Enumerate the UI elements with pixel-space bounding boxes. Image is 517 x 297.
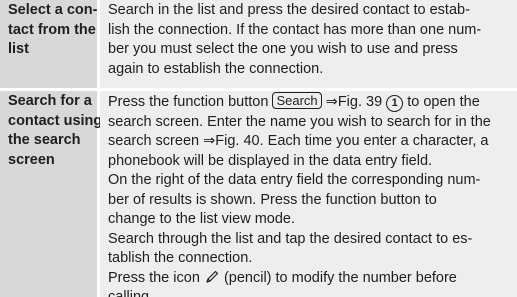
description-line: again to establish the connection. (108, 60, 324, 77)
line-text: (pencil) to modify the number before (219, 269, 457, 286)
table-row-search-screen: Search for a contact using the search sc… (0, 91, 517, 297)
figure-reference: ⇒Fig. 39 (325, 94, 387, 110)
description-line: ber you must select the one you wish to … (108, 41, 458, 57)
description-line: On the right of the data entry field the… (108, 172, 481, 188)
row-heading-line: screen (8, 151, 55, 168)
row-heading-cell: Search for a contact using the search sc… (0, 91, 103, 297)
row-heading-line: Select a con- (8, 2, 98, 18)
callout-number-circle: 1 (386, 95, 404, 112)
description-line: Press the function button Search ⇒Fig. 3… (108, 92, 513, 113)
row-description-cell: Press the function button Search ⇒Fig. 3… (100, 91, 517, 297)
description-line: calling. (108, 289, 154, 297)
description-line: search screen. Enter the name you wish t… (108, 113, 491, 130)
description-line: Search through the list and tap the desi… (108, 230, 473, 247)
row-description-cell: Search in the list and press the desired… (100, 0, 517, 88)
search-function-button-symbol: Search (272, 92, 322, 109)
line-text: search screen (108, 133, 204, 149)
line-text: Press the function button (108, 94, 273, 110)
table-row-select-contact: Select a con- tact from the list Search … (0, 0, 517, 88)
line-text: to open the (403, 94, 480, 110)
figure-reference: ⇒Fig. 40 (203, 133, 260, 149)
row-heading-line: list (8, 41, 29, 57)
manual-page: Select a con- tact from the list Search … (0, 0, 517, 297)
description-line: tablish the connection. (108, 250, 253, 266)
description-line: change to the list view mode. (108, 211, 295, 227)
row-heading-line: contact using (8, 112, 103, 129)
description-line: Search in the list and press the desired… (108, 2, 470, 18)
description-line: lish the connection. If the contact has … (108, 21, 482, 38)
description-line: search screen ⇒Fig. 40. Each time you en… (108, 132, 513, 152)
description-line: Press the icon (pencil) to modify the nu… (108, 269, 513, 289)
row-heading-line: Search for a (8, 93, 92, 109)
row-heading-cell: Select a con- tact from the list (0, 0, 97, 88)
pencil-icon (206, 270, 219, 283)
line-text: . Each time you enter a character, a (259, 133, 489, 149)
line-text: Press the icon (108, 269, 204, 286)
row-heading-line: tact from the (8, 21, 96, 38)
description-line: phonebook will be displayed in the data … (108, 152, 433, 169)
row-heading-line: the search (8, 132, 81, 148)
description-line: ber of results is shown. Press the funct… (108, 191, 437, 208)
